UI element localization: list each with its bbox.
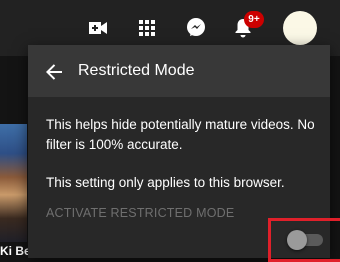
back-arrow-icon[interactable]: [44, 62, 64, 82]
activate-restricted-mode-label: ACTIVATE RESTRICTED MODE: [46, 206, 235, 220]
dialog-browser-note: This setting only applies to this browse…: [46, 175, 285, 190]
dialog-title: Restricted Mode: [78, 62, 195, 79]
toggle-knob[interactable]: [287, 230, 307, 250]
video-thumbnail[interactable]: [0, 124, 27, 242]
restricted-mode-dialog: Restricted Mode This helps hide potentia…: [28, 45, 340, 262]
notifications-badge: 9+: [244, 11, 264, 28]
avatar[interactable]: [283, 11, 317, 45]
restricted-mode-toggle[interactable]: [287, 230, 327, 250]
dialog-header: Restricted Mode: [28, 45, 330, 97]
dialog-description: This helps hide potentially mature video…: [46, 117, 315, 152]
